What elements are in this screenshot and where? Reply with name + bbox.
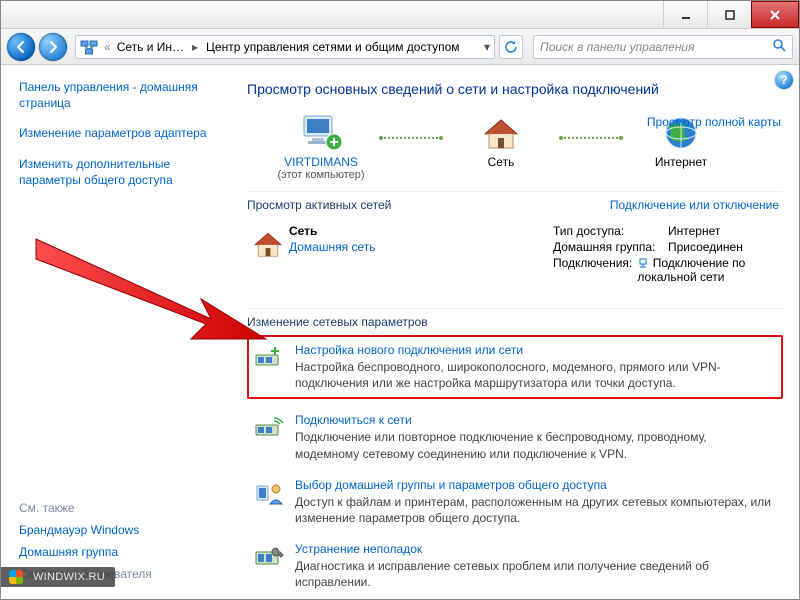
breadcrumb-current[interactable]: Центр управления сетями и общим доступом (202, 40, 464, 54)
kv-key: Подключения: (553, 256, 637, 284)
active-network-name: Сеть (289, 224, 317, 238)
connect-disconnect-link[interactable]: Подключение или отключение (610, 198, 779, 212)
house-icon (247, 224, 289, 262)
chevron-right-icon[interactable]: ▸ (188, 40, 202, 54)
sidebar-link-advanced-sharing[interactable]: Изменить дополнительные параметры общего… (19, 156, 223, 188)
refresh-button[interactable] (499, 35, 523, 59)
nav-forward-button[interactable] (39, 33, 67, 61)
task-desc: Подключение или повторное подключение к … (295, 429, 773, 461)
map-this-pc: VIRTDIMANS (этот компьютер) (261, 111, 381, 181)
troubleshoot-icon (253, 542, 285, 590)
active-network-row: Сеть Домашняя сеть Тип доступа:Интернет … (247, 218, 783, 292)
task-desc: Диагностика и исправление сетевых пробле… (295, 558, 773, 590)
content-body: Панель управления - домашняя страница Из… (1, 65, 799, 599)
sidebar-link-adapter[interactable]: Изменение параметров адаптера (19, 125, 223, 141)
map-network: Сеть (441, 111, 561, 169)
search-placeholder: Поиск в панели управления (540, 40, 695, 54)
task-title[interactable]: Устранение неполадок (295, 542, 773, 556)
task-desc: Настройка беспроводного, широкополосного… (295, 359, 773, 391)
tasks-list: Настройка нового подключения или сети На… (247, 335, 783, 599)
help-icon[interactable]: ? (775, 71, 793, 89)
watermark: WINDWIX.RU (1, 567, 115, 587)
active-networks-title: Просмотр активных сетей (247, 198, 391, 212)
full-map-link[interactable]: Просмотр полной карты (647, 115, 781, 129)
map-internet-label: Интернет (655, 155, 707, 169)
seealso-title: См. также (19, 501, 223, 515)
task-title[interactable]: Настройка нового подключения или сети (295, 343, 773, 357)
map-network-label: Сеть (488, 155, 515, 169)
house-icon (477, 111, 525, 155)
breadcrumb-sep: « (102, 40, 113, 54)
map-connector (561, 137, 621, 139)
kv-key: Домашняя группа: (553, 240, 668, 254)
homegroup-icon (253, 478, 285, 526)
connection-link-text: Подключение по локальной сети (637, 256, 745, 284)
task-desc: Доступ к файлам и принтерам, расположенн… (295, 494, 773, 526)
map-connector (381, 137, 441, 139)
homegroup-link[interactable]: Присоединен (668, 240, 743, 254)
navbar: « Сеть и Ин… ▸ Центр управления сетями и… (1, 29, 799, 65)
task-title[interactable]: Подключиться к сети (295, 413, 773, 427)
kv-key: Тип доступа: (553, 224, 668, 238)
network-sharing-icon (78, 36, 100, 58)
task-new-connection[interactable]: Настройка нового подключения или сети На… (247, 335, 783, 399)
main-pane: ? Просмотр основных сведений о сети и на… (235, 65, 799, 599)
map-pc-note: (этот компьютер) (277, 169, 364, 181)
window-frame: « Сеть и Ин… ▸ Центр управления сетями и… (0, 0, 800, 600)
chevron-down-icon[interactable]: ▾ (480, 40, 494, 54)
computer-icon (297, 111, 345, 155)
active-networks-section: Просмотр активных сетей Подключение или … (247, 191, 783, 218)
active-network-info: Сеть Домашняя сеть (289, 224, 553, 254)
minimize-button[interactable] (663, 1, 707, 28)
task-homegroup[interactable]: Выбор домашней группы и параметров общег… (247, 470, 783, 534)
task-connect[interactable]: Подключиться к сети Подключение или повт… (247, 405, 783, 469)
titlebar (1, 1, 799, 29)
search-icon (772, 38, 786, 55)
close-button[interactable] (751, 1, 799, 28)
task-troubleshoot[interactable]: Устранение неполадок Диагностика и испра… (247, 534, 783, 598)
sidebar: Панель управления - домашняя страница Из… (1, 65, 235, 599)
seealso-homegroup[interactable]: Домашняя группа (19, 545, 223, 559)
new-connection-icon (253, 343, 285, 391)
map-pc-name[interactable]: VIRTDIMANS (284, 155, 358, 169)
active-network-details: Тип доступа:Интернет Домашняя группа:При… (553, 224, 783, 286)
nav-back-button[interactable] (7, 33, 35, 61)
task-title[interactable]: Выбор домашней группы и параметров общег… (295, 478, 773, 492)
change-params-title: Изменение сетевых параметров (247, 308, 783, 329)
active-network-type[interactable]: Домашняя сеть (289, 240, 553, 254)
page-title: Просмотр основных сведений о сети и наст… (247, 81, 783, 97)
lan-icon (637, 256, 652, 270)
connect-network-icon (253, 413, 285, 461)
kv-val: Интернет (668, 224, 720, 238)
seealso-firewall[interactable]: Брандмауэр Windows (19, 523, 223, 537)
connection-link[interactable]: Подключение по локальной сети (637, 256, 783, 284)
maximize-button[interactable] (707, 1, 751, 28)
search-input[interactable]: Поиск в панели управления (533, 35, 793, 59)
breadcrumb-parent[interactable]: Сеть и Ин… (113, 40, 188, 54)
breadcrumb[interactable]: « Сеть и Ин… ▸ Центр управления сетями и… (75, 35, 495, 59)
sidebar-link-home[interactable]: Панель управления - домашняя страница (19, 79, 223, 111)
